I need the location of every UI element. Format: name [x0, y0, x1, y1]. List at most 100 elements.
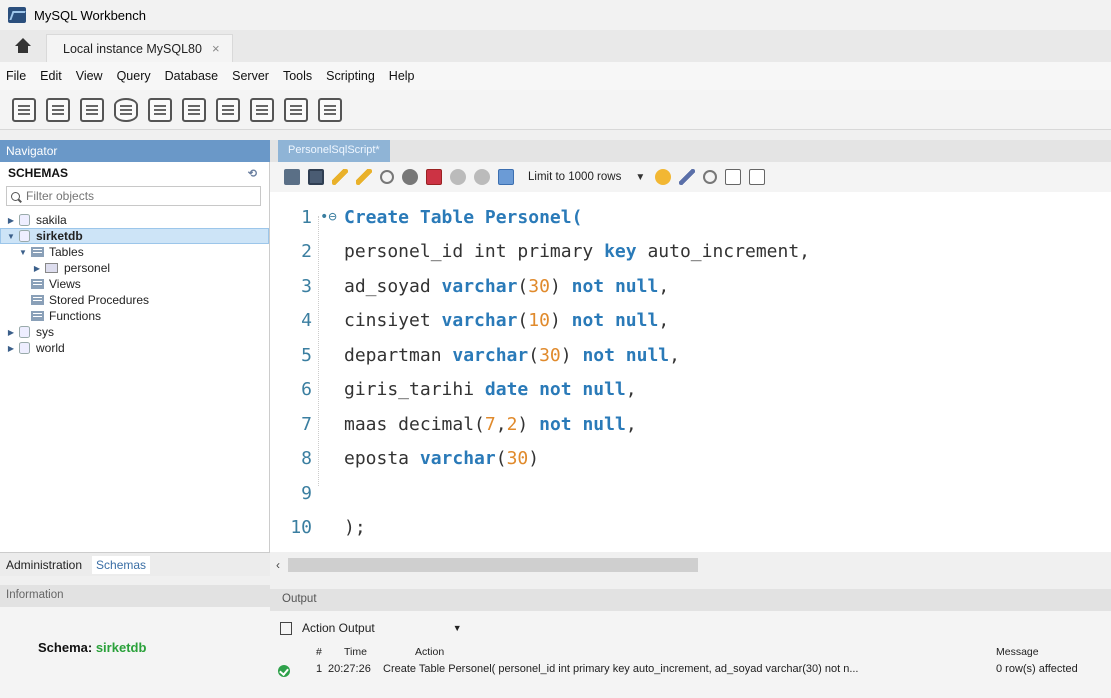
tree-stored-procedures[interactable]: Stored Procedures — [0, 292, 269, 308]
tree-functions[interactable]: Functions — [0, 308, 269, 324]
save-icon[interactable] — [308, 169, 324, 185]
create-function-icon[interactable] — [250, 97, 274, 122]
home-tab[interactable] — [0, 30, 46, 62]
query-tab[interactable]: PersonelSqlScript* — [278, 140, 390, 162]
autocommit-icon[interactable] — [498, 169, 514, 185]
filter-box[interactable] — [6, 186, 261, 206]
tree-table-personel[interactable]: ▶ personel — [0, 260, 269, 276]
find-icon[interactable] — [703, 170, 718, 184]
create-procedure-icon[interactable] — [216, 97, 240, 122]
schema-sakila[interactable]: ▶ sakila — [0, 212, 269, 228]
schema-label: world — [36, 341, 65, 355]
commit-icon[interactable] — [450, 169, 466, 185]
expand-arrow-icon[interactable]: ▶ — [6, 328, 16, 337]
execute-current-icon[interactable] — [356, 169, 372, 185]
menu-help[interactable]: Help — [389, 69, 415, 83]
column-message: Message — [996, 646, 1039, 658]
execute-icon[interactable] — [332, 169, 348, 185]
code-line[interactable]: 9 — [270, 476, 344, 510]
create-schema-icon[interactable] — [114, 97, 138, 122]
schema-world[interactable]: ▶ world — [0, 340, 269, 356]
rollback-icon[interactable] — [474, 169, 490, 185]
column-num: # — [316, 646, 322, 658]
information-header: Information — [0, 585, 270, 607]
explain-icon[interactable] — [380, 170, 394, 184]
sql-editor[interactable]: 1 •⊖ Create Table Personel(2 personel_id in… — [270, 192, 1111, 552]
invisible-chars-icon[interactable] — [725, 169, 742, 185]
tab-administration[interactable]: Administration — [6, 558, 82, 572]
code-line[interactable]: 2 personel_id int primary key auto_increm… — [270, 235, 810, 269]
output-panel: Action Output ▼ # Time Action Message 1 … — [270, 611, 1111, 698]
refresh-icon[interactable]: ⟲ — [248, 167, 257, 180]
schema-sirketdb[interactable]: ▼ sirketdb — [0, 228, 269, 244]
action-output-select[interactable]: Action Output ▼ — [280, 621, 462, 635]
code-line[interactable]: 1 •⊖ Create Table Personel( — [270, 200, 582, 234]
word-wrap-icon[interactable] — [749, 169, 766, 185]
chevron-down-icon[interactable]: ▼ — [453, 623, 462, 633]
inspector-icon[interactable] — [80, 97, 104, 122]
connection-tab[interactable]: Local instance MySQL80 × — [46, 34, 233, 62]
menu-server[interactable]: Server — [232, 69, 269, 83]
code-line[interactable]: 6 giris_tarihi date not null, — [270, 373, 636, 407]
code-line[interactable]: 8 eposta varchar(30) — [270, 442, 539, 476]
add-snippet-icon[interactable] — [655, 169, 672, 185]
tree-tables[interactable]: ▼ Tables — [0, 244, 269, 260]
copy-icon[interactable] — [280, 621, 292, 635]
create-table-icon[interactable] — [148, 97, 172, 122]
code-token: , — [625, 413, 637, 435]
open-sql-script-icon[interactable] — [46, 97, 70, 122]
line-number: 6 — [301, 379, 312, 400]
create-view-icon[interactable] — [182, 97, 206, 122]
chevron-down-icon[interactable]: ▼ — [635, 172, 645, 183]
row-time: 20:27:26 — [328, 663, 371, 675]
expand-arrow-icon[interactable]: ▶ — [6, 344, 16, 353]
expand-arrow-icon[interactable]: ▶ — [6, 216, 16, 225]
code-line[interactable]: 10); — [270, 511, 365, 545]
collapse-arrow-icon[interactable]: ▼ — [6, 232, 16, 241]
scroll-left-icon[interactable]: ‹ — [270, 558, 286, 572]
close-tab-icon[interactable]: × — [212, 41, 220, 56]
toggle-continue-on-error-icon[interactable] — [426, 169, 442, 185]
beautify-icon[interactable] — [679, 169, 696, 185]
code-token: varchar — [452, 344, 529, 366]
menu-file[interactable]: File — [6, 69, 26, 83]
menu-query[interactable]: Query — [117, 69, 151, 83]
expand-arrow-icon[interactable]: ▶ — [32, 264, 42, 273]
fold-toggle-icon[interactable]: •⊖ — [318, 209, 344, 225]
code-token: Create Table — [344, 206, 475, 228]
new-sql-tab-icon[interactable] — [12, 97, 36, 122]
window-title: MySQL Workbench — [34, 7, 146, 23]
scroll-thumb[interactable] — [288, 558, 698, 572]
row-num: 1 — [316, 663, 323, 675]
code-token: not null — [571, 275, 659, 297]
menu-database[interactable]: Database — [165, 69, 219, 83]
horizontal-scrollbar[interactable]: ‹ — [270, 556, 1111, 574]
limit-rows-select[interactable]: Limit to 1000 rows — [528, 171, 621, 183]
line-number: 3 — [301, 275, 312, 297]
code-line[interactable]: 3 ad_soyad varchar(30) not null, — [270, 269, 669, 303]
schema-info-label: Schema: — [38, 640, 93, 655]
schema-sys[interactable]: ▶ sys — [0, 324, 269, 340]
tree-label: Stored Procedures — [49, 293, 150, 307]
collapse-arrow-icon[interactable]: ▼ — [18, 248, 28, 257]
code-line[interactable]: 7 maas decimal(7, 2) not null, — [270, 407, 637, 441]
tab-schemas[interactable]: Schemas — [92, 555, 151, 574]
title-bar: MySQL Workbench — [0, 0, 1111, 30]
code-line[interactable]: 5 departman varchar(30) not null, — [270, 338, 680, 372]
search-table-data-icon[interactable] — [284, 97, 308, 122]
open-file-icon[interactable] — [284, 169, 300, 185]
menu-scripting[interactable]: Scripting — [326, 69, 375, 83]
code-line[interactable]: 4 cinsiyet varchar(10) not null, — [270, 304, 669, 338]
menu-edit[interactable]: Edit — [40, 69, 62, 83]
menu-tools[interactable]: Tools — [283, 69, 312, 83]
menu-view[interactable]: View — [76, 69, 103, 83]
menu-bar: File Edit View Query Database Server Too… — [0, 62, 1111, 90]
tree-views[interactable]: Views — [0, 276, 269, 292]
filter-objects-input[interactable] — [26, 189, 226, 203]
code-token: ( — [517, 275, 529, 297]
stop-icon[interactable] — [402, 169, 418, 185]
code-token: departman — [344, 344, 453, 366]
column-time: Time — [344, 646, 367, 658]
procedures-folder-icon — [31, 295, 44, 305]
reconnect-icon[interactable] — [318, 97, 342, 122]
